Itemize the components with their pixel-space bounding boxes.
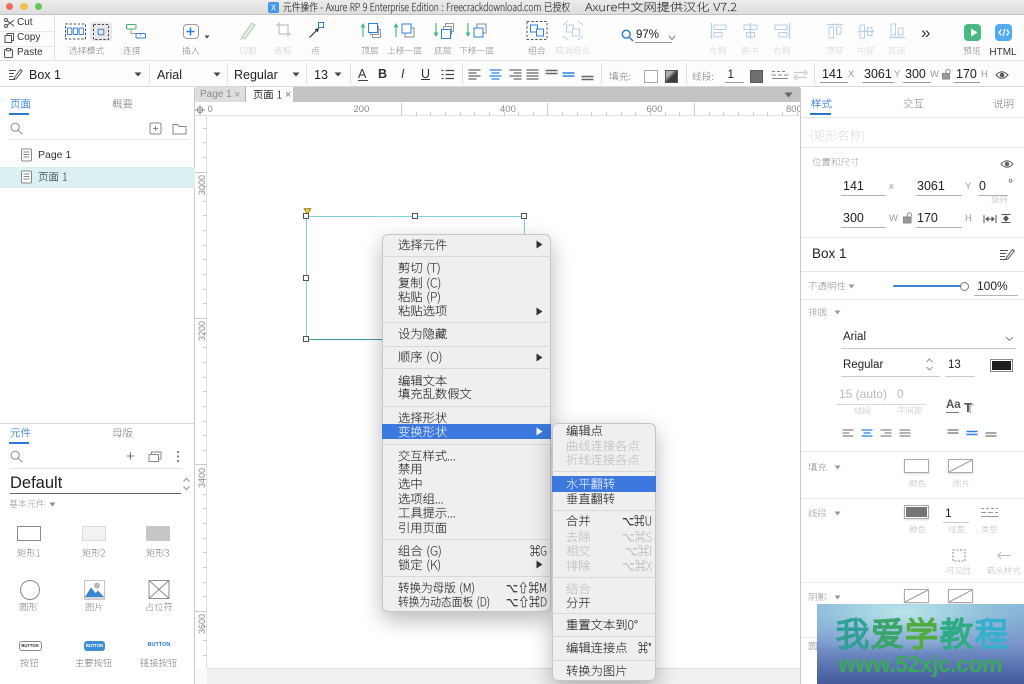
svg-text:T: T — [964, 402, 972, 415]
svg-text:X: X — [271, 4, 277, 13]
